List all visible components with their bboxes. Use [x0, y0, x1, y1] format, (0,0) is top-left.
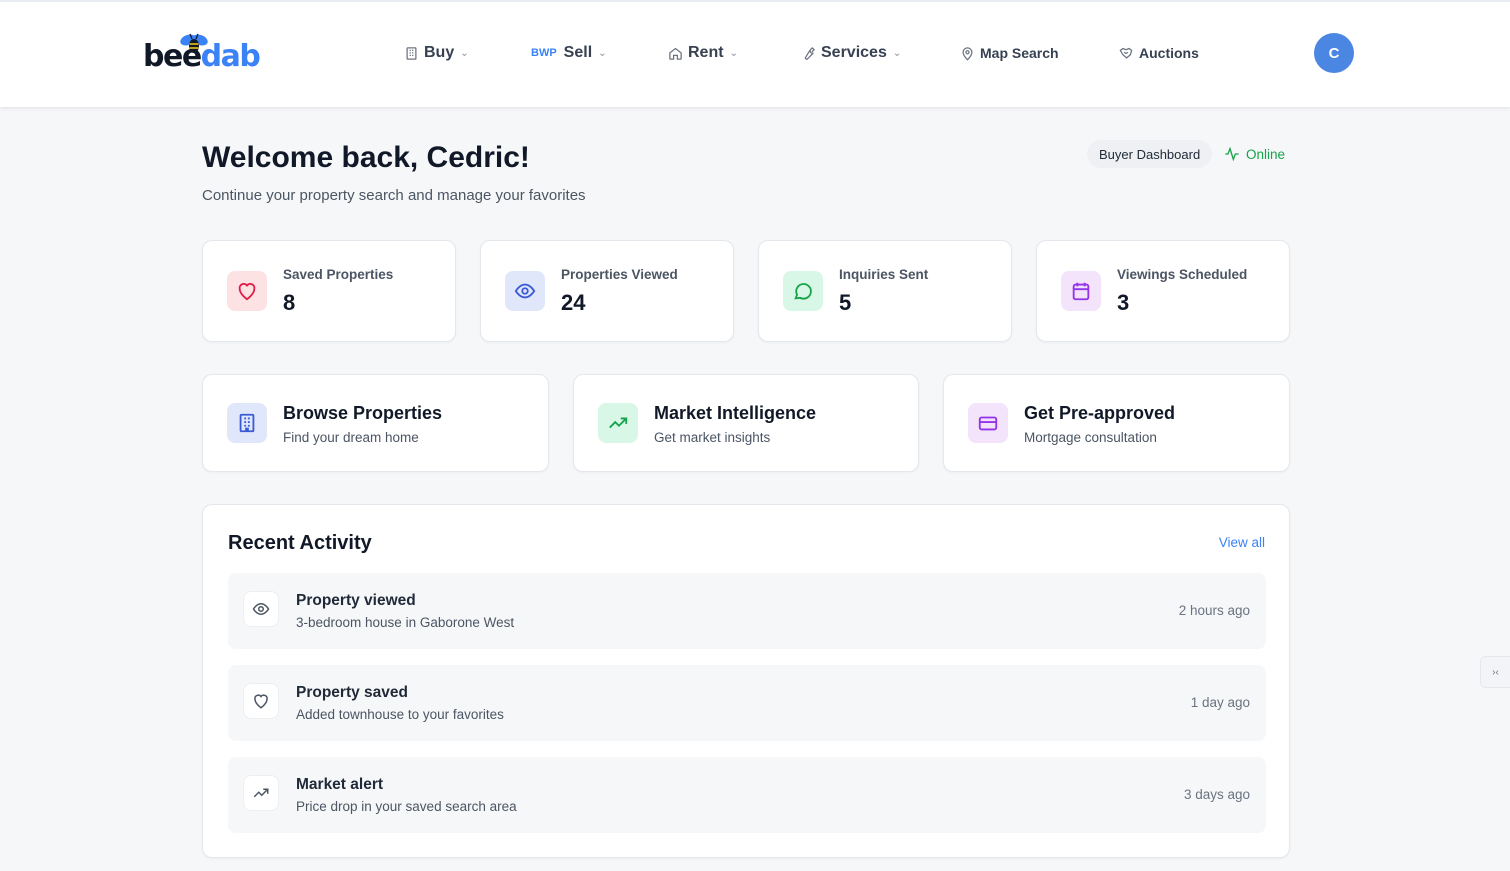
eye-icon — [252, 602, 270, 616]
nav-buy[interactable]: Buy ⌄ — [404, 40, 469, 66]
nav-map-search[interactable]: Map Search — [960, 40, 1059, 66]
stat-label: Inquiries Sent — [839, 267, 929, 282]
heart-icon — [254, 694, 268, 709]
trending-up-icon — [253, 788, 269, 798]
user-avatar[interactable]: C — [1314, 33, 1354, 73]
activity-title: Property viewed — [296, 592, 416, 609]
action-card-market-intelligence[interactable]: Market Intelligence Get market insights — [573, 374, 919, 472]
nav-map-search-label: Map Search — [980, 45, 1059, 61]
message-icon — [794, 283, 812, 300]
logo-part1: bee — [143, 39, 202, 74]
stat-card-viewings-scheduled: Viewings Scheduled 3 — [1036, 240, 1290, 342]
action-title: Market Intelligence — [654, 403, 817, 423]
building-icon — [406, 46, 417, 60]
online-status-label: Online — [1246, 146, 1286, 162]
top-navigation-bar: beedab Buy ⌄ BWP Sell ⌄ Rent ⌄ Services … — [0, 0, 1510, 107]
map-pin-icon — [962, 46, 973, 61]
activity-pulse-icon — [1225, 146, 1239, 162]
action-icon-box — [968, 403, 1008, 443]
stat-value: 3 — [1117, 290, 1130, 315]
stat-label: Viewings Scheduled — [1117, 267, 1248, 282]
nav-rent-label: Rent — [688, 44, 724, 61]
stat-value: 8 — [283, 290, 296, 315]
stat-card-inquiries-sent: Inquiries Sent 5 — [758, 240, 1012, 342]
action-subtitle: Find your dream home — [283, 430, 419, 445]
heart-icon — [238, 283, 256, 301]
activity-time: 1 day ago — [1190, 695, 1250, 710]
chevron-down-icon: ⌄ — [460, 47, 469, 59]
chevron-down-icon: ⌄ — [729, 47, 738, 59]
nav-auctions-label: Auctions — [1139, 45, 1199, 61]
stat-value: 24 — [561, 290, 586, 315]
beedab-logo[interactable]: beedab — [143, 32, 263, 76]
activity-icon-box — [243, 591, 279, 627]
calendar-icon — [1072, 282, 1090, 301]
action-subtitle: Mortgage consultation — [1024, 430, 1157, 445]
activity-title: Property saved — [296, 684, 408, 701]
currency-prefix: BWP — [531, 47, 557, 59]
trending-up-icon — [609, 417, 628, 429]
activity-title: Market alert — [296, 776, 384, 793]
recent-activity-title: Recent Activity — [228, 532, 372, 554]
stat-icon-box — [505, 271, 545, 311]
logo-part2: dab — [200, 39, 261, 74]
chevron-down-icon: ⌄ — [598, 47, 607, 59]
page-subtitle: Continue your property search and manage… — [202, 187, 586, 204]
activity-icon-box — [243, 775, 279, 811]
stat-icon-box — [1061, 271, 1101, 311]
home-icon — [669, 47, 682, 60]
activity-subtitle: Added townhouse to your favorites — [296, 707, 504, 722]
nav-sell[interactable]: BWP Sell ⌄ — [531, 40, 607, 66]
eye-icon — [514, 283, 536, 299]
action-card-browse-properties[interactable]: Browse Properties Find your dream home — [202, 374, 549, 472]
activity-subtitle: Price drop in your saved search area — [296, 799, 517, 814]
activity-row[interactable]: Market alert Price drop in your saved se… — [228, 757, 1266, 833]
activity-time: 2 hours ago — [1178, 603, 1250, 618]
page-title: Welcome back, Cedric! — [202, 141, 530, 174]
dashboard-badge: Buyer Dashboard — [1087, 140, 1213, 168]
credit-card-icon — [978, 416, 998, 431]
action-subtitle: Get market insights — [654, 430, 771, 445]
nav-buy-label: Buy — [424, 44, 455, 61]
action-card-get-pre-approved[interactable]: Get Pre-approved Mortgage consultation — [943, 374, 1290, 472]
stat-label: Properties Viewed — [561, 267, 678, 282]
nav-rent[interactable]: Rent ⌄ — [668, 40, 738, 66]
stat-card-saved-properties: Saved Properties 8 — [202, 240, 456, 342]
nav-services[interactable]: Services ⌄ — [801, 40, 901, 66]
action-title: Get Pre-approved — [1024, 403, 1176, 423]
side-panel-toggle[interactable]: ›‹ — [1480, 656, 1510, 688]
activity-time: 3 days ago — [1183, 787, 1250, 802]
stat-value: 5 — [839, 290, 852, 315]
action-icon-box — [227, 403, 267, 443]
stat-icon-box — [227, 271, 267, 311]
stat-icon-box — [783, 271, 823, 311]
activity-row[interactable]: Property viewed 3-bedroom house in Gabor… — [228, 573, 1266, 649]
action-title: Browse Properties — [283, 403, 443, 423]
recent-activity-panel: Recent Activity View all Property viewed… — [202, 504, 1290, 858]
logo-wordmark: beedab — [143, 39, 261, 74]
building-icon — [239, 413, 255, 433]
view-all-link[interactable]: View all — [1219, 535, 1265, 550]
stat-label: Saved Properties — [283, 267, 394, 282]
online-status: Online — [1224, 140, 1285, 168]
stat-card-properties-viewed: Properties Viewed 24 — [480, 240, 734, 342]
activity-icon-box — [243, 683, 279, 719]
wrench-icon — [804, 46, 816, 60]
nav-auctions[interactable]: Auctions — [1118, 40, 1199, 66]
action-icon-box — [598, 403, 638, 443]
nav-sell-label: Sell — [563, 44, 593, 61]
chevron-down-icon: ⌄ — [892, 47, 902, 59]
activity-row[interactable]: Property saved Added townhouse to your f… — [228, 665, 1266, 741]
handshake-icon — [1119, 47, 1133, 59]
activity-subtitle: 3-bedroom house in Gaborone West — [296, 615, 515, 630]
nav-services-label: Services — [821, 44, 887, 61]
